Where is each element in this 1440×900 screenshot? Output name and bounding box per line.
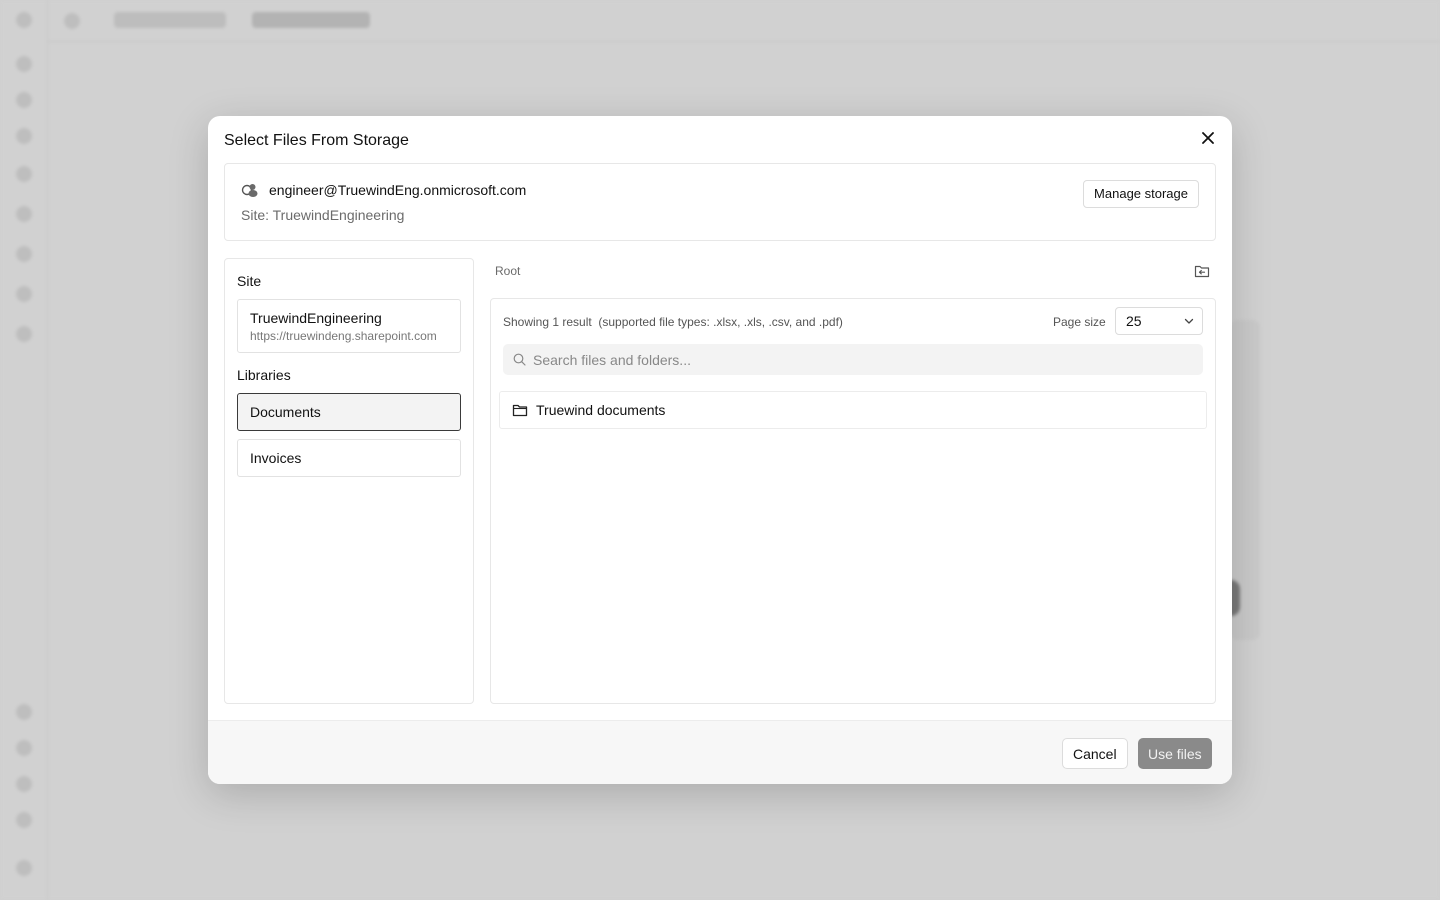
site-heading: Site xyxy=(237,273,262,289)
breadcrumb[interactable]: Root xyxy=(495,264,520,278)
manage-storage-button[interactable]: Manage storage xyxy=(1083,180,1199,208)
site-library-panel: Site TruewindEngineering https://truewin… xyxy=(224,258,474,704)
users-icon xyxy=(241,184,258,197)
page-size-value: 25 xyxy=(1126,313,1142,329)
use-files-button[interactable]: Use files xyxy=(1138,738,1212,769)
search-input[interactable] xyxy=(533,344,1193,375)
background-topbar xyxy=(48,0,1440,42)
dialog-title: Select Files From Storage xyxy=(224,132,409,149)
folder-name: Truewind documents xyxy=(536,402,666,418)
account-email: engineer@TruewindEng.onmicrosoft.com xyxy=(269,182,527,198)
background-nav-icon xyxy=(16,740,32,756)
site-url: https://truewindeng.sharepoint.com xyxy=(250,329,437,343)
libraries-heading: Libraries xyxy=(237,367,291,383)
background-nav-icon xyxy=(16,128,32,144)
close-icon xyxy=(1202,132,1214,144)
background-nav-icon xyxy=(16,776,32,792)
background-sidebar xyxy=(0,0,48,900)
background-nav-icon xyxy=(16,56,32,72)
list-item[interactable]: Truewind documents xyxy=(499,391,1207,429)
account-site: Site: TruewindEngineering xyxy=(241,207,405,223)
background-back-icon xyxy=(64,13,80,29)
folder-icon xyxy=(512,404,528,417)
background-nav-icon xyxy=(16,704,32,720)
background-nav-icon xyxy=(16,860,32,876)
storage-account-card: engineer@TruewindEng.onmicrosoft.com Sit… xyxy=(224,163,1216,241)
background-nav-icon xyxy=(16,286,32,302)
background-nav-icon xyxy=(16,166,32,182)
background-nav-icon xyxy=(16,326,32,342)
site-item[interactable]: TruewindEngineering https://truewindeng.… xyxy=(237,299,461,353)
site-name: TruewindEngineering xyxy=(250,310,382,326)
background-nav-icon xyxy=(16,812,32,828)
page-size-select[interactable]: 25 xyxy=(1115,307,1203,335)
background-nav-icon xyxy=(16,246,32,262)
background-breadcrumb xyxy=(252,12,370,28)
background-logo-icon xyxy=(16,12,32,28)
folder-up-icon[interactable] xyxy=(1194,264,1210,278)
search-box xyxy=(503,344,1203,375)
page-size-label: Page size xyxy=(1053,315,1106,329)
chevron-down-icon xyxy=(1184,318,1194,324)
library-item-invoices[interactable]: Invoices xyxy=(237,439,461,477)
select-files-dialog: Select Files From Storage engineer@Truew… xyxy=(208,116,1232,784)
library-item-documents[interactable]: Documents xyxy=(237,393,461,431)
close-button[interactable] xyxy=(1198,128,1218,148)
cancel-button[interactable]: Cancel xyxy=(1062,738,1128,769)
file-browser-panel: Showing 1 result (supported file types: … xyxy=(490,298,1216,704)
dialog-footer: Cancel Use files xyxy=(208,720,1232,784)
background-nav-icon xyxy=(16,92,32,108)
results-summary: Showing 1 result (supported file types: … xyxy=(503,315,843,329)
background-breadcrumb xyxy=(114,12,226,28)
background-nav-icon xyxy=(16,206,32,222)
search-icon xyxy=(513,353,526,366)
